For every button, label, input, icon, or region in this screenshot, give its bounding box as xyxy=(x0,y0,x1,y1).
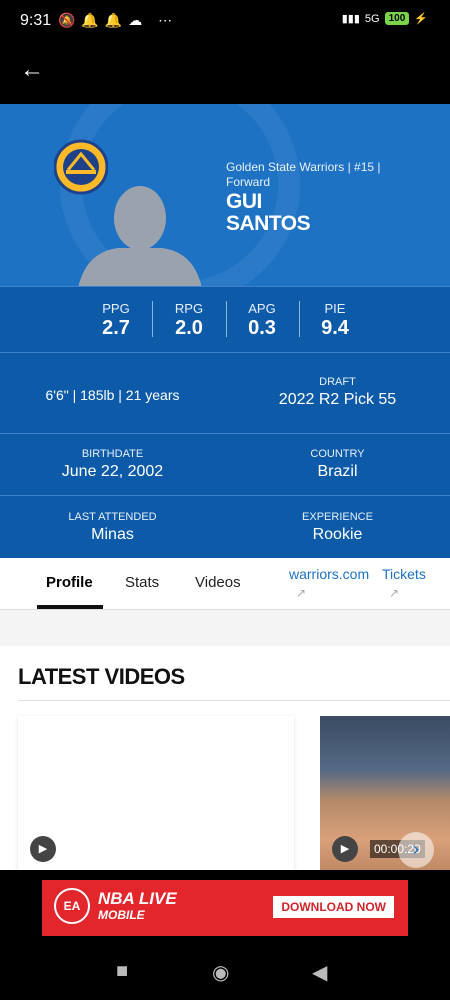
last-attended-value: Minas xyxy=(91,526,134,543)
network-label: 5G xyxy=(364,12,380,25)
tickets-link[interactable]: Tickets xyxy=(382,566,426,582)
external-link-icon: ↗ xyxy=(389,586,400,600)
download-button[interactable]: DOWNLOAD NOW xyxy=(273,896,394,918)
tab-bar: Profile Stats Videos warriors.com ↗ Tick… xyxy=(0,558,450,610)
tab-profile[interactable]: Profile xyxy=(46,574,93,591)
physical-value: 6'6" | 185lb | 21 years xyxy=(45,387,180,403)
birthdate-label: BIRTHDATE xyxy=(81,448,144,460)
country-label: COUNTRY xyxy=(310,448,365,460)
player-info: Golden State Warriors | #15 | Forward GU… xyxy=(226,160,381,234)
birthdate-cell: BIRTHDATE June 22, 2002 xyxy=(0,448,225,481)
country-value: Brazil xyxy=(317,463,358,480)
stat-value: 0.3 xyxy=(248,317,276,339)
ad-title: NBA LIVE MOBILE xyxy=(98,890,177,924)
status-time: 9:31 xyxy=(20,12,52,29)
draft-value: 2022 R2 Pick 55 xyxy=(278,391,397,408)
country-cell: COUNTRY Brazil xyxy=(225,448,450,481)
stat-label: PPG xyxy=(102,301,130,316)
tab-videos[interactable]: Videos xyxy=(195,574,241,591)
draft-label: DRAFT xyxy=(319,376,356,388)
physical-cell: 6'6" | 185lb | 21 years xyxy=(0,384,225,403)
stats-row: PPG 2.7 RPG 2.0 APG 0.3 PIE 9.4 xyxy=(0,286,450,352)
divider xyxy=(18,700,450,701)
team-line: Golden State Warriors | #15 | xyxy=(226,160,381,174)
home-icon[interactable]: ◉ xyxy=(212,960,229,985)
ad-banner[interactable]: EA NBA LIVE MOBILE DOWNLOAD NOW xyxy=(42,880,408,936)
experience-cell: EXPERIENCE Rookie xyxy=(225,511,450,544)
experience-value: Rookie xyxy=(312,526,363,543)
recents-icon[interactable]: ■ xyxy=(116,960,128,983)
stat-label: RPG xyxy=(174,301,204,316)
stat-value: 2.7 xyxy=(102,317,130,339)
active-tab-indicator xyxy=(37,605,103,609)
top-app-bar: ← xyxy=(0,42,450,104)
ea-logo: EA xyxy=(54,888,90,924)
external-link-icon: ↗ xyxy=(296,586,307,600)
stat-value: 2.0 xyxy=(175,317,203,339)
arrow-left-icon[interactable]: ← xyxy=(20,56,44,84)
stat-value: 9.4 xyxy=(321,317,349,339)
signal-icon: ▮▮▮ xyxy=(341,13,360,25)
battery-icon: 100 xyxy=(384,12,410,25)
last-attended-label: LAST ATTENDED xyxy=(68,511,157,523)
player-headshot-placeholder xyxy=(78,186,202,286)
player-last-name: SANTOS xyxy=(226,212,311,235)
ad-game: NBA LIVE xyxy=(98,889,177,908)
play-icon[interactable]: ▶ xyxy=(30,836,56,862)
stat-rpg: RPG 2.0 xyxy=(154,301,224,340)
chevron-right-icon[interactable]: › xyxy=(398,832,434,868)
draft-cell: DRAFT 2022 R2 Pick 55 xyxy=(225,376,450,409)
system-nav-bar: ■ ◉ ◀ xyxy=(0,942,450,1000)
back-nav-icon[interactable]: ◀ xyxy=(312,960,327,985)
stat-label: PIE xyxy=(324,301,346,316)
info-row-school-experience: LAST ATTENDED Minas EXPERIENCE Rookie xyxy=(0,495,450,558)
charging-icon: ⚡ xyxy=(414,13,428,25)
info-row-physical-draft: 6'6" | 185lb | 21 years DRAFT 2022 R2 Pi… xyxy=(0,352,450,433)
player-first-name: GUI xyxy=(226,190,262,213)
status-bar: 9:31 🔕🔔🔔☁ ⋯ ▮▮▮ 5G 100 ⚡ xyxy=(0,0,450,42)
ad-platform: MOBILE xyxy=(98,908,145,922)
warriors-link[interactable]: warriors.com xyxy=(289,566,369,582)
divider xyxy=(152,301,153,337)
stat-label: APG xyxy=(248,301,276,316)
info-row-birth-country: BIRTHDATE June 22, 2002 COUNTRY Brazil xyxy=(0,433,450,495)
stat-pie: PIE 9.4 xyxy=(300,301,370,340)
experience-label: EXPERIENCE xyxy=(302,511,373,523)
last-attended-cell: LAST ATTENDED Minas xyxy=(0,511,225,544)
stat-apg: APG 0.3 xyxy=(227,301,297,340)
play-icon[interactable]: ▶ xyxy=(332,836,358,862)
section-title: LATEST VIDEOS xyxy=(18,664,185,689)
birthdate-value: June 22, 2002 xyxy=(61,463,164,480)
player-position: Forward xyxy=(226,175,271,189)
tab-stats[interactable]: Stats xyxy=(125,574,159,591)
player-hero: Golden State Warriors | #15 | Forward GU… xyxy=(0,104,450,286)
latest-videos-section: LATEST VIDEOS ▶ ▶ 00:00:20 › xyxy=(0,646,450,870)
section-spacer xyxy=(0,610,450,646)
status-right: ▮▮▮ 5G 100 ⚡ xyxy=(342,12,428,25)
notification-icons: 🔕🔔🔔☁ ⋯ xyxy=(58,12,179,28)
stat-ppg: PPG 2.7 xyxy=(81,301,151,340)
video-card[interactable]: ▶ xyxy=(18,716,294,870)
ad-banner-area: EA NBA LIVE MOBILE DOWNLOAD NOW xyxy=(0,870,450,942)
